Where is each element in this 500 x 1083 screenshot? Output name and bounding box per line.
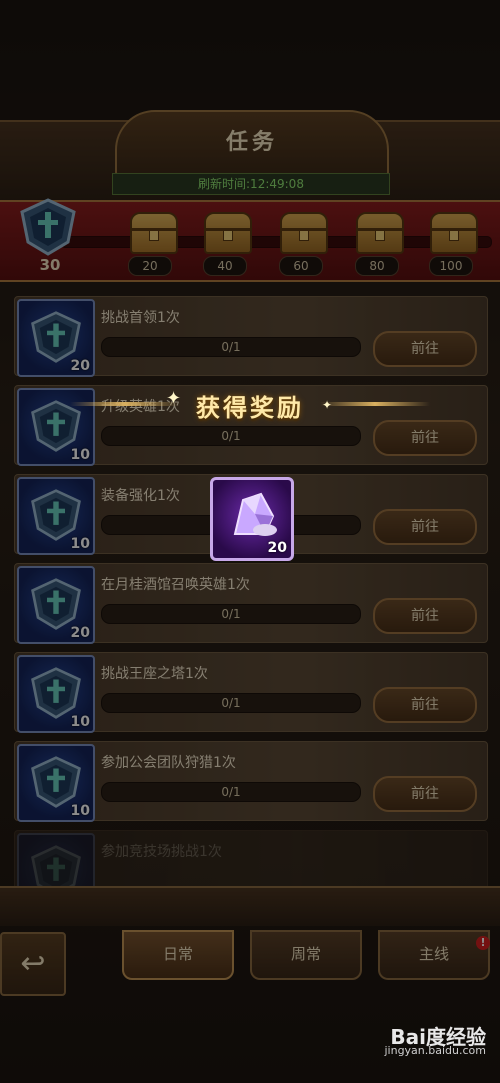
reward-title: 获得奖励 [196,394,304,422]
task-row: 20 在月桂酒馆召唤英雄1次 0/1 前往 [14,563,488,644]
milestone-label: 60 [279,256,323,276]
task-reward-crest-icon: 10 [17,655,95,733]
task-name: 参加竞技场挑战1次 [101,844,222,860]
milestone-chest-80[interactable] [350,208,406,256]
crystal-icon [233,492,277,536]
title-plate: 任务 [115,110,389,180]
go-button[interactable]: 前往 [373,598,477,634]
go-button[interactable]: 前往 [373,687,477,723]
watermark-brand: Bai度经验 [390,1025,486,1049]
alert-badge: ! [476,936,490,950]
tab-weekly[interactable]: 周常 [250,930,362,980]
watermark: Bai度经验 jingyan.baidu.com [384,1025,486,1058]
milestone-chest-20[interactable] [124,208,180,256]
task-list[interactable]: 20 挑战首领1次 0/1 前往 10 升级英雄1次 0/1 前往 10 装备强… [0,288,500,888]
tab-main-label: 主线 [418,945,449,963]
milestone-chest-100[interactable] [424,208,480,256]
chest-icon [280,212,328,254]
milestone-label: 100 [429,256,473,276]
watermark-url: jingyan.baidu.com [384,1044,486,1057]
go-button[interactable]: 前往 [373,776,477,812]
task-reward-crest-icon [17,833,95,888]
task-name: 参加公会团队狩猎1次 [101,755,236,771]
back-arrow-icon: ↩ [20,946,46,981]
task-reward-value: 10 [70,803,90,819]
activity-points: 30 [39,256,61,274]
activity-crest-icon [20,198,76,256]
tab-daily[interactable]: 日常 [122,930,234,980]
reward-banner: ✦ ✦ 获得奖励 [70,384,430,432]
task-name: 挑战首领1次 [101,310,180,326]
chest-icon [356,212,404,254]
go-button[interactable]: 前往 [373,509,477,545]
reward-item[interactable]: 20 [210,477,294,561]
task-reward-value: 20 [70,625,90,641]
task-row: 10 挑战王座之塔1次 0/1 前往 [14,652,488,733]
task-reward-crest-icon: 10 [17,477,95,555]
task-progress: 0/1 [101,604,361,624]
task-row: 参加竞技场挑战1次 [14,830,488,888]
reward-quantity: 20 [267,540,287,556]
back-button[interactable]: ↩ [0,932,66,996]
go-button[interactable]: 前往 [373,331,477,367]
chest-icon [430,212,478,254]
task-name: 在月桂酒馆召唤英雄1次 [101,577,250,593]
task-progress: 0/1 [101,693,361,713]
task-progress: 0/1 [101,782,361,802]
milestone-chest-40[interactable] [198,208,254,256]
task-reward-value: 10 [70,714,90,730]
milestone-chest-60[interactable] [274,208,330,256]
chest-icon [130,212,178,254]
task-reward-crest-icon: 20 [17,299,95,377]
task-reward-value: 10 [70,447,90,463]
task-row: 10 参加公会团队狩猎1次 0/1 前往 [14,741,488,822]
task-reward-crest-icon: 10 [17,744,95,822]
task-reward-crest-icon: 20 [17,566,95,644]
tab-main[interactable]: 主线 ! [378,930,490,980]
task-name: 挑战王座之塔1次 [101,666,208,682]
task-row: 20 挑战首领1次 0/1 前往 [14,296,488,377]
bottom-rail [0,886,500,926]
task-name: 装备强化1次 [101,488,180,504]
milestone-label: 80 [355,256,399,276]
page-title: 任务 [225,130,278,155]
milestone-label: 20 [128,256,172,276]
milestone-label: 40 [203,256,247,276]
task-reward-value: 10 [70,536,90,552]
task-progress: 0/1 [101,337,361,357]
task-reward-value: 20 [70,358,90,374]
chest-icon [204,212,252,254]
refresh-time: 刷新时间:12:49:08 [112,173,390,195]
